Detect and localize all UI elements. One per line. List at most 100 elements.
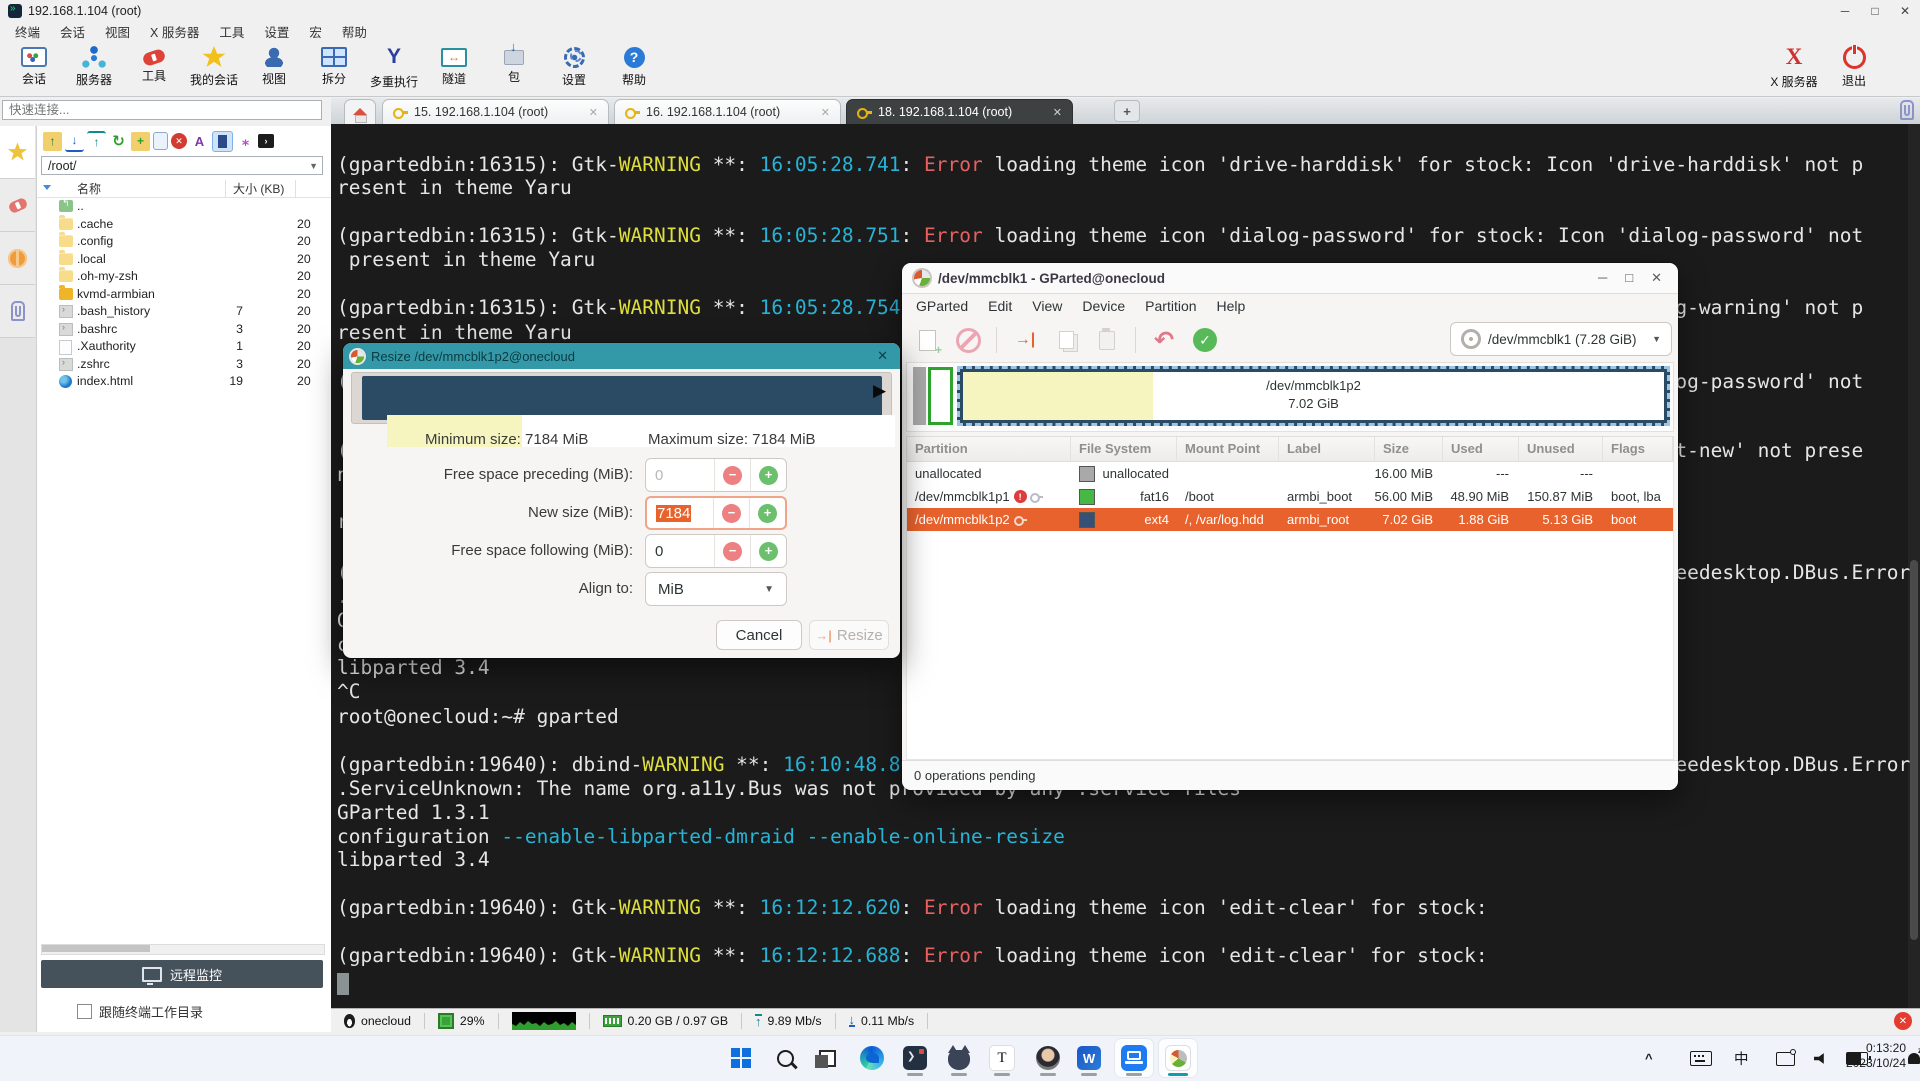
spinbox-new-size[interactable]: 7184−+ (645, 496, 787, 530)
task-view-button[interactable] (808, 1039, 846, 1077)
partition-row[interactable]: /dev/mmcblk1p2ext4/, /var/log.hddarmbi_r… (907, 508, 1673, 531)
toolbar-button-multiexec[interactable]: 多重执行 (364, 40, 424, 94)
gparted-menu-item[interactable]: Edit (978, 298, 1022, 314)
apply-button[interactable] (1192, 327, 1218, 353)
terminal-sync-icon[interactable] (212, 131, 233, 152)
terminal-tab[interactable]: 18. 192.168.1.104 (root)✕ (846, 99, 1073, 124)
close-button[interactable]: ✕ (1890, 0, 1920, 22)
toolbar-button-view[interactable]: 视图 (244, 40, 304, 94)
partition2-block-selected[interactable]: /dev/mmcblk1p2 7.02 GiB (957, 366, 1670, 426)
toolbar-button-settings[interactable]: 设置 (544, 40, 604, 94)
toolbar-button-xserver[interactable]: X 服务器 (1764, 40, 1824, 94)
touch-keyboard-button[interactable] (1690, 1036, 1712, 1081)
rename-icon[interactable] (190, 132, 209, 151)
gparted-minimize-button[interactable]: ─ (1598, 270, 1607, 286)
start-button[interactable] (722, 1039, 760, 1077)
column-header[interactable]: Label (1279, 437, 1375, 461)
toolbar-button-tunnel[interactable]: 隧道 (424, 40, 484, 94)
remote-app-taskbar-button[interactable] (1115, 1039, 1153, 1077)
spin-increment-button[interactable]: + (750, 535, 786, 567)
toolbar-button-mysessions[interactable]: 我的会话 (184, 40, 244, 94)
gparted-menu-item[interactable]: Device (1072, 298, 1135, 314)
home-tab[interactable] (344, 99, 376, 124)
path-bar[interactable]: /root/ ▼ (41, 156, 323, 175)
toolbar-button-session[interactable]: 会话 (4, 40, 64, 94)
menu-item[interactable]: 会话 (51, 22, 94, 41)
notifications-button[interactable] (1908, 1036, 1920, 1081)
menu-item[interactable]: X 服务器 (141, 22, 208, 41)
file-list-hscrollbar[interactable] (41, 944, 325, 955)
resize-slider-partition[interactable] (362, 376, 882, 420)
new-tab-button[interactable]: + (1114, 100, 1140, 122)
cat-app-taskbar-button[interactable] (940, 1039, 978, 1077)
column-header[interactable]: Partition (907, 437, 1071, 461)
partition-row[interactable]: unallocatedunallocated16.00 MiB------ (907, 462, 1673, 485)
gparted-close-button[interactable]: ✕ (1651, 270, 1662, 286)
remote-monitor-button[interactable]: 远程监控 (41, 960, 323, 988)
spinbox-value[interactable]: 0 (646, 467, 714, 484)
tray-expand-chevron[interactable]: ^ (1645, 1036, 1653, 1081)
gparted-menu-item[interactable]: Help (1207, 298, 1256, 314)
console-icon[interactable] (258, 134, 274, 148)
spinbox-value[interactable]: 7184 (647, 505, 713, 522)
gparted-menu-item[interactable]: Partition (1135, 298, 1206, 314)
spin-decrement-button[interactable]: − (714, 535, 750, 567)
column-header[interactable]: Mount Point (1177, 437, 1279, 461)
gparted-titlebar[interactable]: /dev/mmcblk1 - GParted@onecloud ─ □ ✕ (902, 263, 1678, 294)
toolbar-button-package[interactable]: 包 (484, 40, 544, 94)
column-header[interactable]: Size (1375, 437, 1443, 461)
gparted-menu-item[interactable]: GParted (906, 298, 978, 314)
spinbox-free-space-following[interactable]: 0−+ (645, 534, 787, 568)
toolbar-button-tools[interactable]: 工具 (124, 40, 184, 94)
follow-terminal-checkbox[interactable] (77, 1004, 92, 1019)
new-file-icon[interactable] (153, 132, 168, 150)
spin-increment-button[interactable]: + (749, 498, 785, 528)
delete-icon[interactable] (171, 133, 187, 149)
toolbar-button-servers[interactable]: 服务器 (64, 40, 124, 94)
maximize-button[interactable]: □ (1860, 0, 1890, 22)
align-to-select[interactable]: MiB ▼ (645, 572, 787, 606)
column-header[interactable]: Flags (1603, 437, 1673, 461)
menu-item[interactable]: 终端 (6, 22, 49, 41)
resize-dialog-titlebar[interactable]: Resize /dev/mmcblk1p2@onecloud ✕ (343, 343, 900, 369)
messenger-taskbar-button[interactable] (1029, 1039, 1067, 1077)
path-dropdown-icon[interactable]: ▼ (309, 161, 318, 171)
quick-connect-input[interactable] (2, 100, 322, 120)
download-icon[interactable] (65, 131, 84, 152)
cast-display-button[interactable] (1776, 1036, 1795, 1081)
spinbox-value[interactable]: 0 (646, 543, 714, 560)
menu-item[interactable]: 宏 (300, 22, 331, 41)
magic-wand-icon[interactable] (236, 132, 255, 151)
column-name[interactable]: 名称 (77, 180, 101, 197)
sidebar-tab-sessions[interactable] (0, 126, 35, 179)
gparted-menu-item[interactable]: View (1022, 298, 1072, 314)
terminal-tab[interactable]: 16. 192.168.1.104 (root)✕ (614, 99, 841, 124)
menu-item[interactable]: 设置 (255, 22, 298, 41)
gparted-maximize-button[interactable]: □ (1625, 270, 1633, 286)
menu-item[interactable]: 视图 (96, 22, 139, 41)
column-header[interactable]: File System (1071, 437, 1177, 461)
file-row[interactable]: .bash_history720 (37, 303, 331, 321)
resize-dialog-close-icon[interactable]: ✕ (877, 348, 900, 364)
notification-close-button[interactable]: ✕ (1894, 1012, 1912, 1030)
delete-partition-button[interactable] (955, 327, 981, 353)
column-header[interactable]: Unused (1519, 437, 1603, 461)
device-selector[interactable]: /dev/mmcblk1 (7.28 GiB) ▼ (1450, 322, 1672, 356)
file-row[interactable]: .zshrc320 (37, 356, 331, 374)
file-row[interactable]: kvmd-armbian20 (37, 286, 331, 304)
edge-button[interactable] (853, 1039, 891, 1077)
spinbox-free-space-preceding[interactable]: 0−+ (645, 458, 787, 492)
tab-close-icon[interactable]: ✕ (589, 106, 598, 119)
file-row[interactable]: .oh-my-zsh20 (37, 268, 331, 286)
typora-taskbar-button[interactable]: T (983, 1039, 1021, 1077)
new-partition-button[interactable] (914, 327, 940, 353)
new-folder-icon[interactable] (131, 132, 150, 151)
attachments-icon[interactable] (1900, 100, 1914, 120)
sidebar-tab-tools[interactable] (0, 179, 35, 232)
toolbar-button-exit[interactable]: 退出 (1824, 40, 1884, 94)
file-row[interactable]: .Xauthority120 (37, 338, 331, 356)
file-row[interactable]: .local20 (37, 251, 331, 269)
file-row[interactable]: index.html1920 (37, 373, 331, 391)
menu-item[interactable]: 工具 (210, 22, 253, 41)
resize-right-handle-icon[interactable]: ▶ (873, 381, 886, 401)
